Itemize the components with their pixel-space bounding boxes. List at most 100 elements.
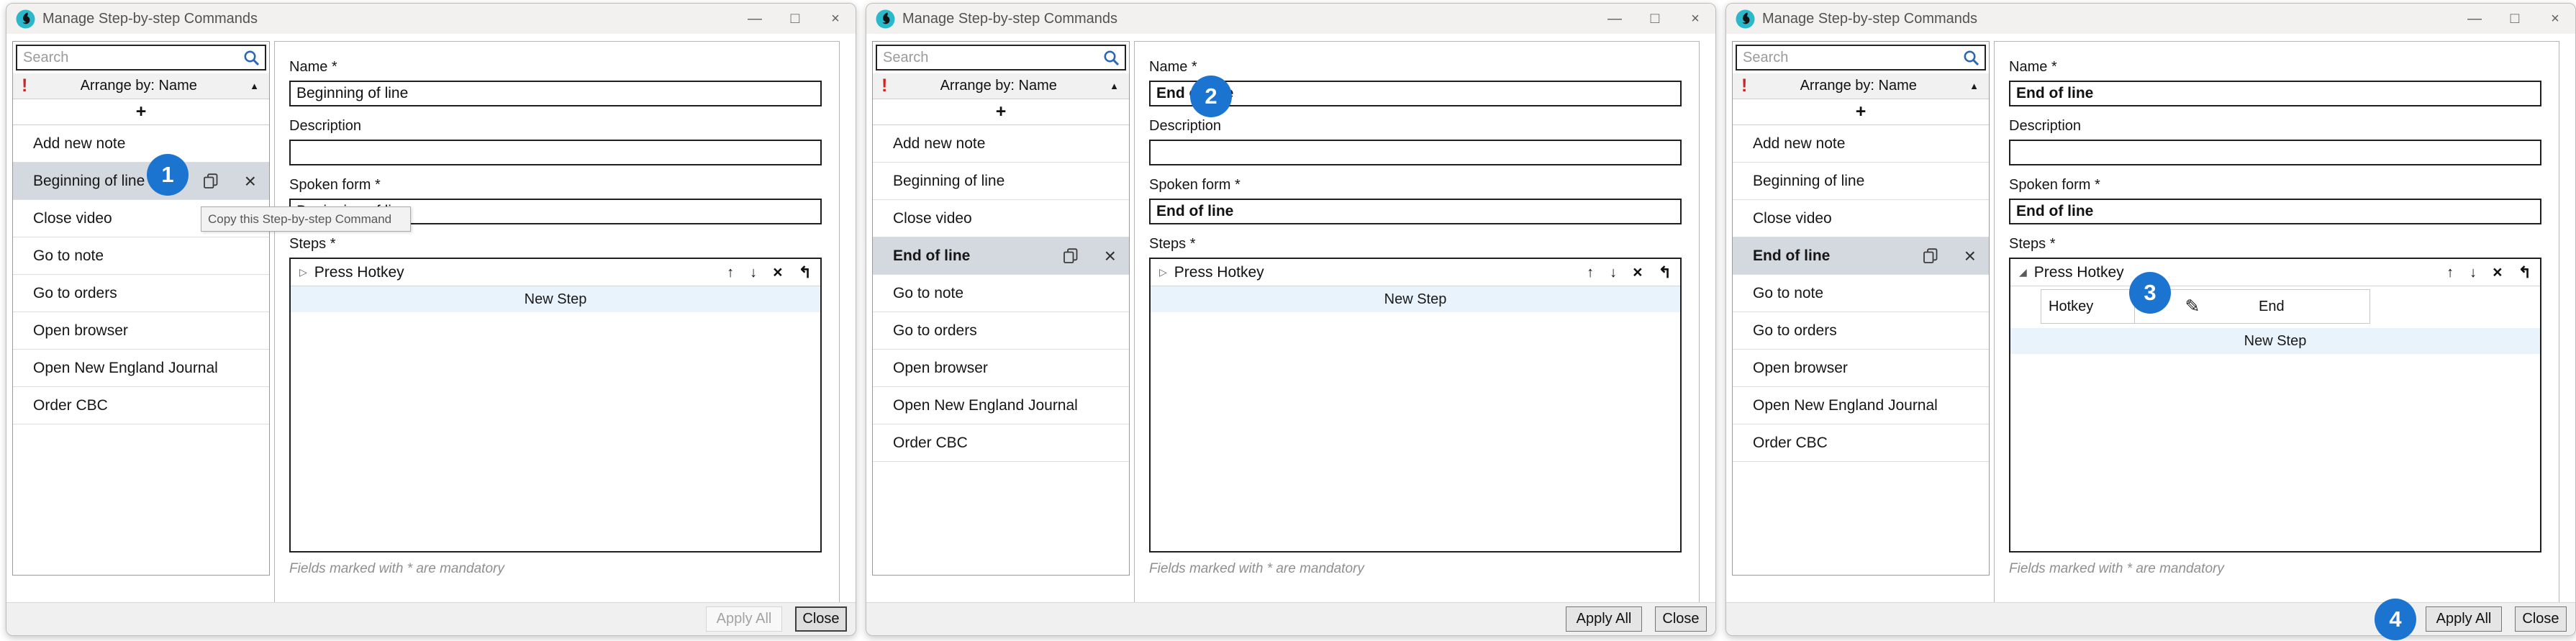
list-item[interactable]: Add new note ×	[873, 125, 1129, 163]
arrange-by-header[interactable]: ! Arrange by: Name ▲	[873, 73, 1129, 99]
list-item[interactable]: End of line ×	[873, 237, 1129, 275]
new-step-button[interactable]: New Step	[291, 286, 820, 312]
dragon-logo-icon	[1736, 9, 1755, 29]
name-field[interactable]	[2009, 81, 2541, 106]
delete-step-icon[interactable]: ×	[2493, 264, 2502, 281]
add-command-button[interactable]: +	[1733, 99, 1989, 125]
maximize-icon[interactable]: □	[2495, 4, 2535, 34]
list-item-label: Order CBC	[1753, 435, 1828, 452]
list-item[interactable]: Open New England Journal ×	[873, 387, 1129, 424]
maximize-icon[interactable]: □	[775, 4, 815, 34]
move-step-up-icon[interactable]: ↑	[2446, 265, 2454, 280]
close-button[interactable]: Close	[2515, 606, 2567, 632]
list-item-label: Go to orders	[33, 285, 117, 302]
maximize-icon[interactable]: □	[1635, 4, 1675, 34]
copy-command-icon[interactable]	[201, 172, 220, 191]
minimize-icon[interactable]: —	[735, 4, 775, 34]
list-item[interactable]: Go to orders ×	[13, 275, 269, 312]
search-input[interactable]	[877, 46, 1125, 69]
list-item[interactable]: Beginning of line ×	[1733, 163, 1989, 200]
step-row-press-hotkey[interactable]: ◢ Press Hotkey ↑ ↓ × ↰	[2010, 259, 2540, 286]
apply-all-button[interactable]: Apply All	[1566, 606, 1642, 632]
description-label: Description	[289, 117, 822, 135]
delete-command-icon[interactable]: ×	[245, 171, 256, 191]
delete-step-icon[interactable]: ×	[773, 264, 782, 281]
alert-icon: !	[22, 77, 27, 95]
delete-command-icon[interactable]: ×	[1105, 246, 1116, 266]
list-item[interactable]: Go to note ×	[873, 275, 1129, 312]
list-item[interactable]: Order CBC ×	[13, 387, 269, 424]
move-step-down-icon[interactable]: ↓	[2470, 265, 2477, 280]
arrange-by-header[interactable]: ! Arrange by: Name ▲	[1733, 73, 1989, 99]
list-item[interactable]: Open browser ×	[13, 312, 269, 350]
list-item[interactable]: End of line ×	[1733, 237, 1989, 275]
list-item[interactable]: Beginning of line ×	[873, 163, 1129, 200]
list-item[interactable]: Go to orders ×	[873, 312, 1129, 350]
list-item[interactable]: Open New England Journal ×	[1733, 387, 1989, 424]
minimize-icon[interactable]: —	[2454, 4, 2495, 34]
spoken-form-field[interactable]	[2009, 199, 2541, 224]
move-step-down-icon[interactable]: ↓	[750, 265, 757, 280]
list-item[interactable]: Open browser ×	[1733, 350, 1989, 387]
move-step-down-icon[interactable]: ↓	[1610, 265, 1617, 280]
list-item-label: Order CBC	[893, 435, 968, 452]
close-button[interactable]: Close	[795, 606, 847, 632]
list-item-label: Add new note	[893, 135, 985, 153]
list-item[interactable]: Add new note ×	[1733, 125, 1989, 163]
step-row-press-hotkey[interactable]: ▷ Press Hotkey ↑ ↓ × ↰	[291, 259, 820, 286]
close-icon[interactable]: ×	[815, 4, 856, 34]
steps-panel: ▷ Press Hotkey ↑ ↓ × ↰ New Step	[289, 258, 822, 553]
delete-command-icon[interactable]: ×	[1964, 246, 1976, 266]
sort-ascending-icon: ▲	[1969, 81, 1979, 91]
close-button[interactable]: Close	[1655, 606, 1707, 632]
spoken-form-field[interactable]	[1149, 199, 1682, 224]
arrange-by-label: Arrange by: Name	[1747, 78, 1969, 94]
undo-step-icon[interactable]: ↰	[1659, 265, 1672, 281]
description-field[interactable]	[2009, 140, 2541, 165]
close-icon[interactable]: ×	[1675, 4, 1715, 34]
list-item[interactable]: Open New England Journal ×	[13, 350, 269, 387]
name-field[interactable]	[289, 81, 822, 106]
apply-all-button[interactable]: Apply All	[2426, 606, 2502, 632]
step-row-press-hotkey[interactable]: ▷ Press Hotkey ↑ ↓ × ↰	[1151, 259, 1680, 286]
list-item-label: Order CBC	[33, 397, 108, 414]
list-item[interactable]: Open browser ×	[873, 350, 1129, 387]
command-list-panel: ! Arrange by: Name ▲ + Add new note	[1732, 41, 1990, 576]
list-item[interactable]: Go to note ×	[13, 237, 269, 275]
new-step-button[interactable]: New Step	[2010, 328, 2540, 354]
list-item[interactable]: Go to orders ×	[1733, 312, 1989, 350]
alert-icon: !	[881, 77, 887, 95]
description-field[interactable]	[289, 140, 822, 165]
command-list: Add new note × Beginning of line	[873, 125, 1129, 462]
list-item[interactable]: Close video ×	[1733, 200, 1989, 237]
add-command-button[interactable]: +	[873, 99, 1129, 125]
expander-expanded-icon[interactable]: ◢	[2019, 266, 2027, 278]
list-item[interactable]: Beginning of line ×	[13, 163, 269, 200]
close-icon[interactable]: ×	[2535, 4, 2575, 34]
move-step-up-icon[interactable]: ↑	[727, 265, 734, 280]
copy-command-icon[interactable]	[1061, 247, 1080, 265]
minimize-icon[interactable]: —	[1595, 4, 1635, 34]
arrange-by-header[interactable]: ! Arrange by: Name ▲	[13, 73, 269, 99]
description-field[interactable]	[1149, 140, 1682, 165]
copy-command-icon[interactable]	[1921, 247, 1940, 265]
new-step-button[interactable]: New Step	[1151, 286, 1680, 312]
list-item[interactable]: Order CBC ×	[873, 424, 1129, 462]
undo-step-icon[interactable]: ↰	[799, 265, 812, 281]
list-item[interactable]: Order CBC ×	[1733, 424, 1989, 462]
expander-collapsed-icon[interactable]: ▷	[299, 266, 307, 278]
search-input[interactable]	[1737, 46, 1985, 69]
delete-step-icon[interactable]: ×	[1633, 264, 1642, 281]
move-step-up-icon[interactable]: ↑	[1587, 265, 1594, 280]
apply-all-button[interactable]: Apply All	[706, 606, 782, 632]
add-command-button[interactable]: +	[13, 99, 269, 125]
list-item-label: Go to note	[893, 285, 963, 302]
footer-bar: Apply All Close	[6, 602, 856, 635]
expander-collapsed-icon[interactable]: ▷	[1159, 266, 1167, 278]
list-item[interactable]: Close video ×	[873, 200, 1129, 237]
list-item[interactable]: Go to note ×	[1733, 275, 1989, 312]
steps-label: Steps *	[1149, 235, 1682, 253]
list-item[interactable]: Add new note ×	[13, 125, 269, 163]
undo-step-icon[interactable]: ↰	[2518, 265, 2531, 281]
search-input[interactable]	[17, 46, 265, 69]
